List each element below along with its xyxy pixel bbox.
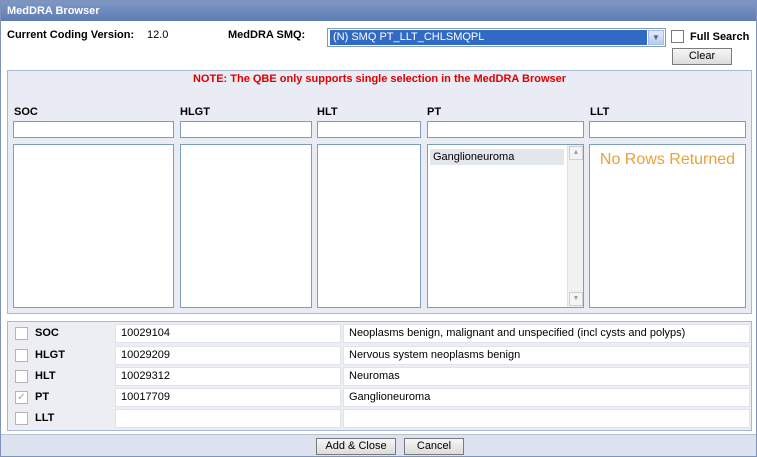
full-search-label: Full Search: [690, 31, 750, 43]
result-checkbox-llt[interactable]: [15, 412, 28, 425]
add-close-button[interactable]: Add & Close: [316, 438, 396, 455]
soc-column-label: SOC: [14, 106, 38, 118]
coding-version-label: Current Coding Version:: [7, 29, 135, 41]
window-title: MedDRA Browser: [1, 1, 756, 21]
result-code: 10029312: [115, 367, 341, 386]
scroll-down-icon[interactable]: ▼: [569, 292, 583, 306]
list-item[interactable]: Ganglioneuroma: [430, 149, 564, 165]
result-checkbox-hlt[interactable]: [15, 370, 28, 383]
soc-list[interactable]: [13, 144, 174, 308]
meddra-browser-window: MedDRA Browser Current Coding Version: 1…: [0, 0, 757, 457]
result-level: PT: [35, 391, 50, 403]
hlgt-list[interactable]: [180, 144, 312, 308]
result-code: 10029209: [115, 346, 341, 365]
chevron-down-icon[interactable]: ▼: [648, 30, 664, 45]
pt-column-label: PT: [427, 106, 442, 118]
checkmark-icon: ✓: [17, 392, 26, 403]
smq-select[interactable]: (N) SMQ PT_LLT_CHLSMQPL ▼: [327, 28, 666, 47]
result-code: [115, 409, 341, 428]
result-level: HLT: [35, 370, 56, 382]
footer-bar: Add & Close Cancel: [1, 434, 756, 456]
hlt-search-input[interactable]: [317, 121, 421, 138]
table-row: ✓ PT 10017709 Ganglioneuroma: [12, 388, 750, 407]
result-code: 10029104: [115, 324, 341, 343]
hlt-column-label: HLT: [317, 106, 338, 118]
result-name: Neoplasms benign, malignant and unspecif…: [343, 324, 750, 343]
result-checkbox-pt[interactable]: ✓: [15, 391, 28, 404]
result-level: HLGT: [35, 349, 65, 361]
full-search-checkbox[interactable]: [671, 30, 684, 43]
table-row: LLT: [12, 409, 750, 428]
cancel-button[interactable]: Cancel: [404, 438, 464, 455]
pt-search-input[interactable]: [427, 121, 584, 138]
soc-search-input[interactable]: [13, 121, 174, 138]
result-level: SOC: [35, 327, 59, 339]
pt-list-scrollbar[interactable]: ▲ ▼: [567, 145, 583, 307]
coding-version-value: 12.0: [147, 29, 169, 41]
table-row: HLGT 10029209 Nervous system neoplasms b…: [12, 346, 750, 365]
smq-label: MedDRA SMQ:: [228, 29, 306, 41]
table-row: SOC 10029104 Neoplasms benign, malignant…: [12, 324, 750, 343]
scroll-up-icon[interactable]: ▲: [569, 146, 583, 160]
result-name: [343, 409, 750, 428]
smq-selected-value: (N) SMQ PT_LLT_CHLSMQPL: [330, 30, 647, 45]
result-checkbox-soc[interactable]: [15, 327, 28, 340]
result-name: Ganglioneuroma: [343, 388, 750, 407]
hlt-list[interactable]: [317, 144, 421, 308]
llt-search-input[interactable]: [589, 121, 746, 138]
llt-list[interactable]: No Rows Returned: [589, 144, 746, 308]
no-rows-message: No Rows Returned: [599, 151, 736, 168]
result-name: Nervous system neoplasms benign: [343, 346, 750, 365]
selection-results: SOC 10029104 Neoplasms benign, malignant…: [7, 321, 752, 431]
result-level: LLT: [35, 412, 55, 424]
hlgt-search-input[interactable]: [180, 121, 312, 138]
qbe-panel: NOTE: The QBE only supports single selec…: [7, 70, 752, 314]
result-checkbox-hlgt[interactable]: [15, 349, 28, 362]
clear-button[interactable]: Clear: [672, 48, 732, 65]
table-row: HLT 10029312 Neuromas: [12, 367, 750, 386]
result-name: Neuromas: [343, 367, 750, 386]
qbe-note: NOTE: The QBE only supports single selec…: [192, 73, 567, 85]
pt-list[interactable]: Ganglioneuroma ▲ ▼: [427, 144, 584, 308]
llt-column-label: LLT: [590, 106, 610, 118]
result-code: 10017709: [115, 388, 341, 407]
hlgt-column-label: HLGT: [180, 106, 210, 118]
